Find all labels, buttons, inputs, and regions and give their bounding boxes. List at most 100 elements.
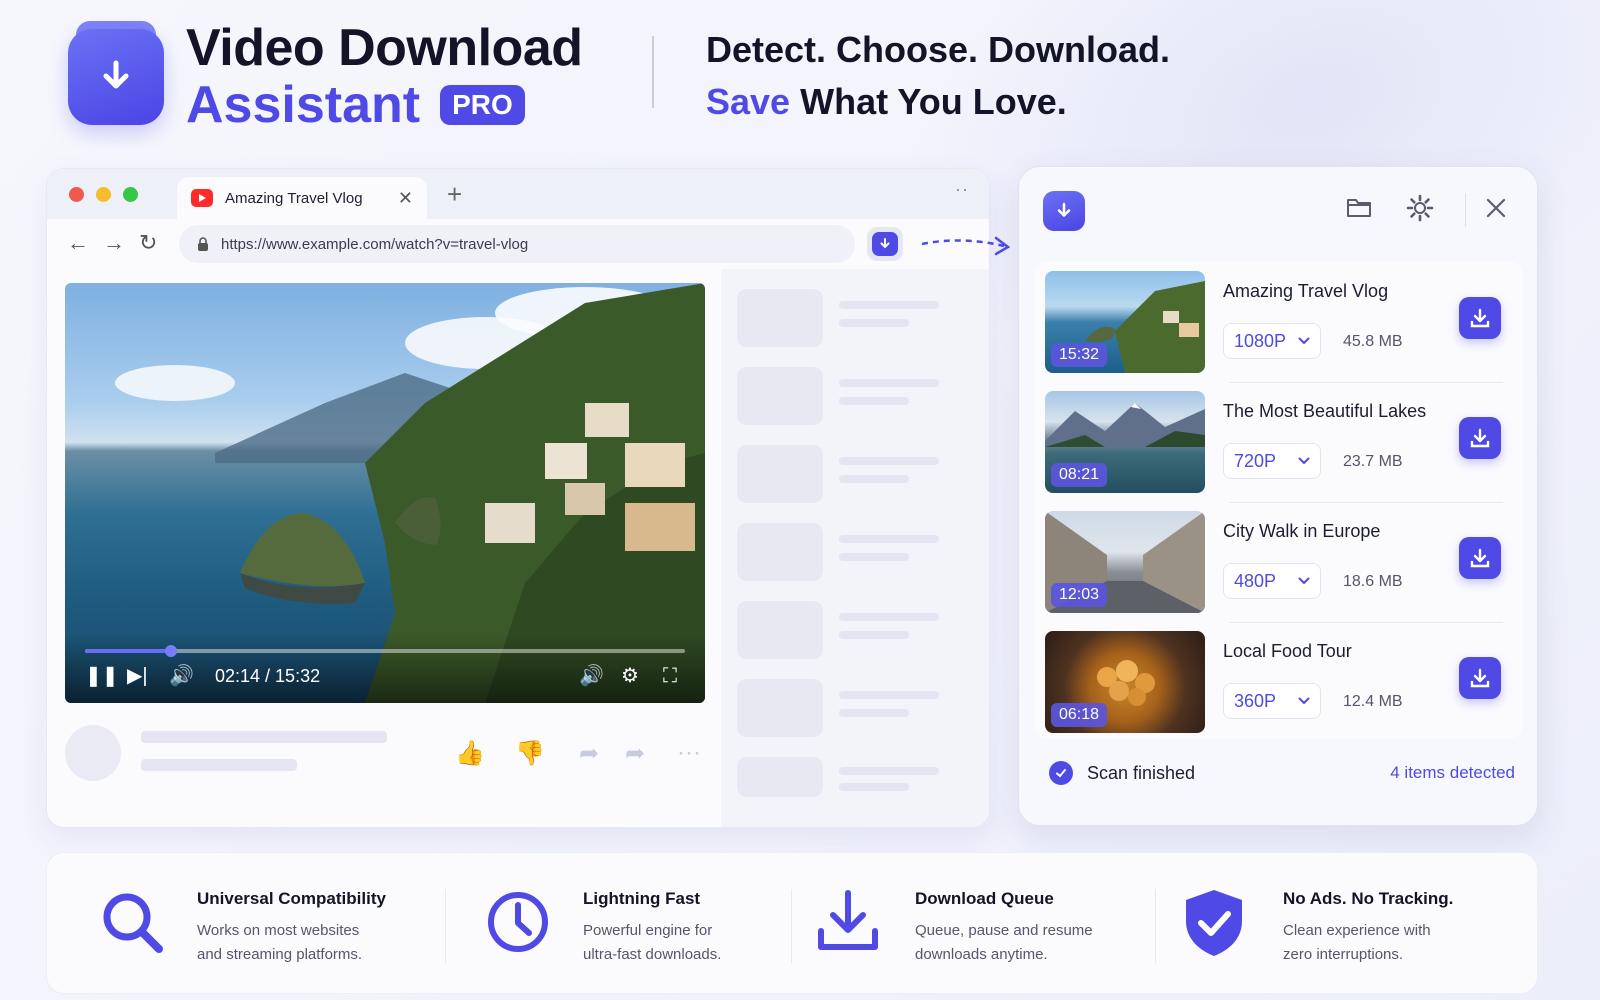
download-button[interactable] (1459, 657, 1501, 699)
detected-video-list: 15:32 Amazing Travel Vlog 1080P 45.8 MB (1035, 261, 1523, 739)
video-title: The Most Beautiful Lakes (1223, 401, 1427, 421)
volume-right-icon[interactable]: 🔊 (579, 663, 604, 689)
list-item: 06:18 Local Food Tour 360P 12.4 MB (1045, 629, 1513, 733)
duration-badge: 08:21 (1051, 463, 1108, 487)
forward-share-icon[interactable]: ➦ (625, 739, 645, 768)
skeleton-line (839, 397, 909, 405)
video-thumbnail: 06:18 (1045, 631, 1205, 733)
like-icon[interactable]: 👍 (455, 739, 485, 768)
skeleton-thumb (737, 445, 823, 503)
quality-value: 1080P (1234, 330, 1287, 351)
chevron-down-icon (1298, 577, 1310, 585)
download-button[interactable] (1459, 537, 1501, 579)
skeleton-thumb (737, 523, 823, 581)
file-size: 18.6 MB (1343, 573, 1403, 590)
skeleton-line (839, 475, 909, 483)
back-icon[interactable]: ← (67, 231, 89, 255)
check-circle-icon (1049, 761, 1073, 785)
skeleton-line (141, 759, 297, 771)
share-icon[interactable]: ➦ (579, 739, 599, 768)
fullscreen-icon[interactable]: ⛶ (663, 663, 677, 689)
quality-value: 480P (1234, 570, 1277, 591)
skeleton-thumb (737, 367, 823, 425)
more-icon[interactable]: ·· (955, 179, 969, 200)
download-arrow-icon (1057, 202, 1071, 217)
maximize-window-button[interactable] (123, 187, 138, 202)
feature-desc-line: Works on most websites (197, 922, 360, 939)
download-tray-icon (818, 890, 878, 950)
video-player[interactable]: ❚❚ ▶| 🔊 02:14 / 15:32 🔊 ⚙ ⛶ (65, 283, 705, 703)
feature-description: Clean experience with zero interruptions… (1283, 919, 1493, 967)
browser-tab[interactable]: Amazing Travel Vlog ✕ (177, 177, 427, 219)
file-size: 12.4 MB (1343, 693, 1403, 710)
quality-select[interactable]: 1080P (1223, 323, 1321, 359)
feature-description: Queue, pause and resume downloads anytim… (915, 919, 1125, 967)
pro-badge: PRO (440, 85, 525, 125)
app-logo (68, 21, 164, 125)
volume-icon[interactable]: 🔊 (169, 663, 194, 689)
row-divider (1229, 382, 1503, 383)
pause-icon[interactable]: ❚❚ (85, 663, 119, 689)
panel-logo (1043, 186, 1085, 231)
feature-description: Powerful engine for ultra-fast downloads… (583, 919, 793, 967)
skeleton-line (839, 767, 939, 775)
feature-desc-line: and streaming platforms. (197, 946, 363, 963)
download-icon (880, 238, 890, 249)
close-icon[interactable] (1485, 197, 1507, 219)
more-options-icon[interactable]: ··· (677, 739, 701, 767)
browser-toolbar: ← → ↻ https://www.example.com/watch?v=tr… (47, 219, 989, 269)
quality-select[interactable]: 480P (1223, 563, 1321, 599)
settings-icon[interactable]: ⚙ (621, 663, 639, 689)
quality-select[interactable]: 720P (1223, 443, 1321, 479)
video-info-skeleton: 👍 👎 ➦ ➦ ··· (65, 719, 705, 809)
features-bar: Universal Compatibility Works on most we… (46, 852, 1538, 994)
feature-desc-line: downloads anytime. (915, 946, 1048, 963)
download-arrow-icon (103, 60, 129, 89)
chevron-down-icon (1298, 697, 1310, 705)
forward-icon[interactable]: → (103, 231, 125, 255)
feature-card: No Ads. No Tracking. Clean experience wi… (1157, 853, 1537, 995)
download-button[interactable] (1459, 297, 1501, 339)
browser-window: Amazing Travel Vlog ✕ + ·· ← → ↻ https:/… (46, 168, 990, 828)
extension-button[interactable] (867, 227, 903, 261)
dislike-icon[interactable]: 👎 (515, 739, 545, 768)
feature-desc-line: ultra-fast downloads. (583, 946, 722, 963)
scan-status: Scan finished (1049, 761, 1195, 785)
items-detected-link[interactable]: 4 items detected (1390, 763, 1515, 783)
tab-close-icon[interactable]: ✕ (398, 188, 413, 209)
app-title-line1: Video Download (186, 19, 583, 77)
quality-select[interactable]: 360P (1223, 683, 1321, 719)
row-divider (1229, 502, 1503, 503)
video-title: Local Food Tour (1223, 641, 1352, 661)
reload-icon[interactable]: ↻ (139, 231, 157, 255)
video-title: Amazing Travel Vlog (1223, 281, 1389, 301)
youtube-icon (191, 189, 213, 207)
close-window-button[interactable] (69, 187, 84, 202)
gear-icon[interactable] (1405, 193, 1435, 223)
video-thumbnail: 15:32 (1045, 271, 1205, 373)
download-button[interactable] (1459, 417, 1501, 459)
feature-title: No Ads. No Tracking. (1283, 889, 1454, 908)
search-icon (103, 893, 163, 953)
chevron-down-icon (1298, 337, 1310, 345)
seek-bar[interactable] (85, 645, 685, 657)
feature-desc-line: Queue, pause and resume (915, 922, 1093, 939)
quality-value: 720P (1234, 450, 1277, 471)
feature-desc-line: Clean experience with (1283, 922, 1431, 939)
minimize-window-button[interactable] (96, 187, 111, 202)
page-header: Video Download Assistant PRO (68, 19, 583, 134)
folder-icon[interactable] (1345, 193, 1373, 221)
skeleton-line (839, 553, 909, 561)
duration-badge: 06:18 (1051, 703, 1108, 727)
new-tab-button[interactable]: + (447, 179, 462, 210)
dashed-arrow-icon (921, 236, 1011, 256)
next-icon[interactable]: ▶| (127, 663, 148, 689)
toolbar-divider (1465, 193, 1466, 227)
download-icon (1470, 428, 1490, 448)
address-bar[interactable]: https://www.example.com/watch?v=travel-v… (179, 225, 855, 263)
related-videos-sidebar (721, 269, 989, 827)
list-item: 08:21 The Most Beautiful Lakes 720P 23.7… (1045, 389, 1513, 503)
video-title: City Walk in Europe (1223, 521, 1381, 541)
tab-title: Amazing Travel Vlog (225, 189, 363, 207)
file-size: 45.8 MB (1343, 333, 1403, 350)
